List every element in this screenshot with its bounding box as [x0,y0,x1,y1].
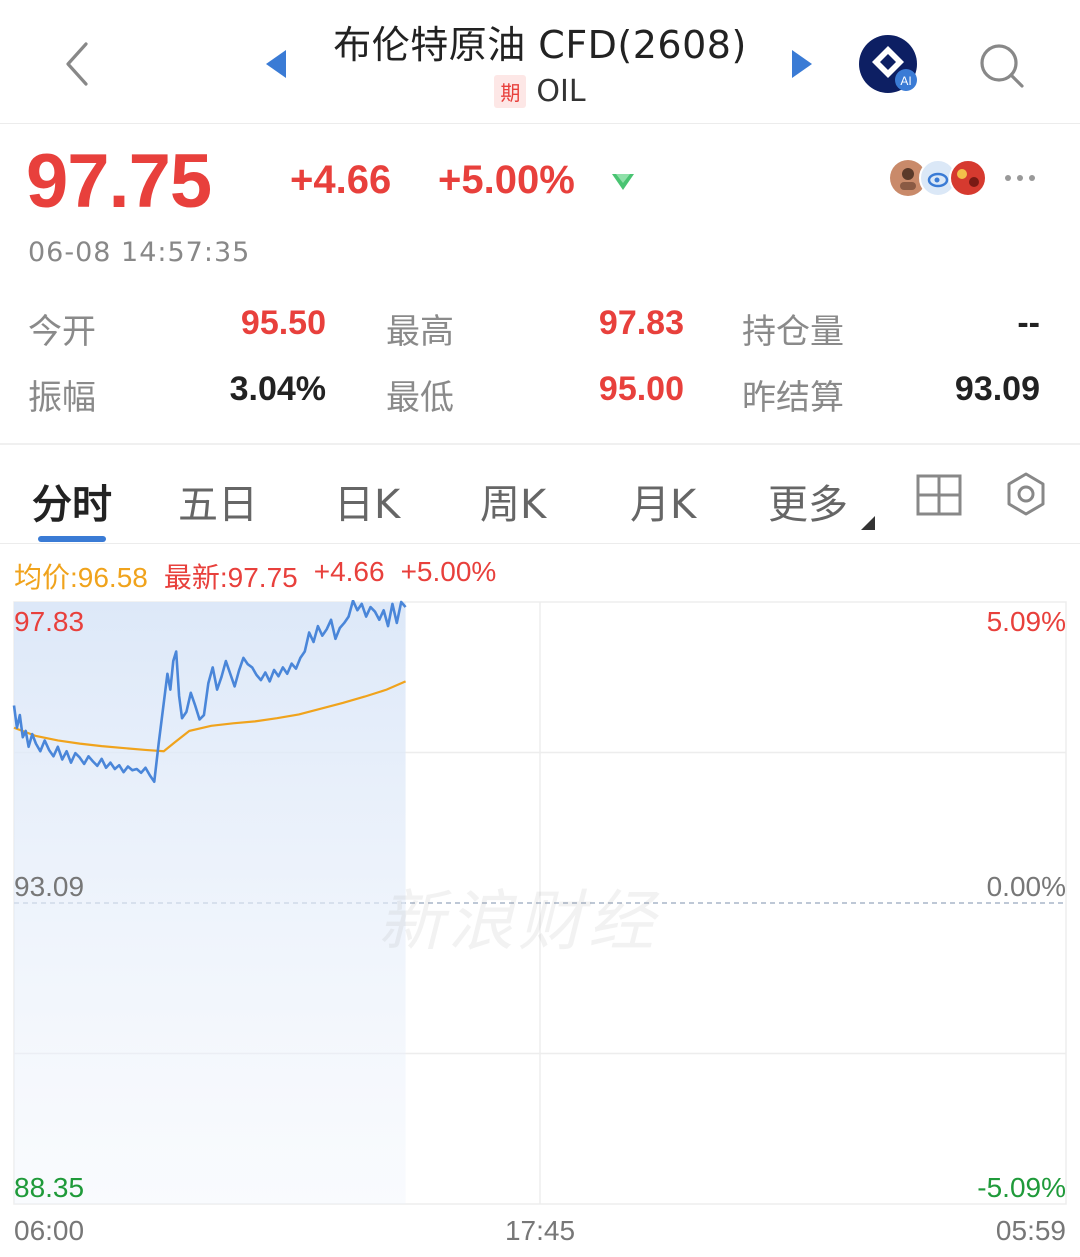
stat-value-amplitude: 3.04% [229,370,326,408]
dropdown-corner-icon [860,516,875,530]
stat-value-open: 95.50 [240,304,326,342]
y-tick-left-mid: 93.09 [14,871,84,902]
average-price-label: 均价:96.58 [14,562,148,593]
futures-badge: 期 [494,75,527,108]
triangle-left-icon [266,50,286,78]
y-tick-left-bottom: 88.35 [14,1172,84,1203]
instrument-subtitle: 期 OIL [300,74,780,109]
layout-grid-button[interactable] [914,472,964,518]
back-button[interactable] [58,38,98,90]
y-tick-right-top: 5.09% [987,606,1066,637]
stat-value-open-interest: -- [1017,304,1040,342]
ai-assistant-button[interactable]: AI [858,34,922,94]
search-button[interactable] [976,40,1028,92]
section-divider [0,443,1080,445]
stats-grid: 今开 95.50 最高 97.83 持仓量 -- 振幅 3.04% 最低 95.… [0,290,1080,430]
ai-badge-text: AI [900,74,911,88]
stat-label-high: 最高 [386,312,454,352]
instrument-title: 布伦特原油 CFD(2608) [333,23,747,67]
x-tick-end: 05:59 [996,1215,1066,1246]
y-tick-right-bottom: -5.09% [977,1172,1066,1203]
stat-label-low: 最低 [386,378,454,418]
tab-more-label: 更多 [768,482,848,528]
chevron-left-icon [66,42,88,86]
y-tick-left-top: 97.83 [14,606,84,637]
tab-more[interactable]: 更多 [768,472,875,530]
community-avatars[interactable] [888,158,992,198]
avatar [949,159,987,197]
latest-change-pct-label: +5.00% [400,556,497,587]
more-options-button[interactable] [1000,164,1040,192]
triangle-right-icon [792,50,812,78]
tab-daily-k[interactable]: 日K [334,472,400,530]
quote-timestamp: 06-08 14:57:35 [28,237,251,268]
chart-settings-button[interactable] [1002,470,1050,518]
search-icon [980,44,1024,88]
traded-period-area [14,602,406,1204]
stat-label-open-interest: 持仓量 [742,312,844,352]
next-instrument-button[interactable] [788,48,816,80]
tab-five-day[interactable]: 五日 [178,472,258,530]
stat-label-open: 今开 [28,312,96,352]
active-tab-indicator [38,536,106,542]
latest-price-label: 最新:97.75 [163,562,298,593]
grid-icon [916,474,962,516]
previous-instrument-button[interactable] [262,48,290,80]
watermark: 新浪财经 [378,883,658,960]
top-nav-bar: 布伦特原油 CFD(2608) 期 OIL AI [0,0,1080,124]
latest-change-label: +4.66 [313,556,385,587]
tab-intraday[interactable]: 分时 [32,472,112,530]
ai-assistant-icon: AI [859,35,917,93]
last-price: 97.75 [26,139,212,224]
more-dots-icon [1005,175,1035,181]
trend-arrow-icon [610,170,636,194]
instrument-symbol: OIL [536,74,586,109]
chart-period-tabs: 分时 五日 日K 周K 月K 更多 [0,446,1080,544]
stat-label-prev-settle: 昨结算 [742,378,844,418]
price-change: +4.66 [290,158,392,202]
x-tick-mid: 17:45 [505,1215,575,1246]
x-tick-start: 06:00 [14,1215,84,1246]
stat-label-amplitude: 振幅 [28,378,96,418]
tab-monthly-k[interactable]: 月K [630,472,696,530]
stat-value-low: 95.00 [598,370,684,408]
price-change-percent: +5.00% [438,158,575,202]
tab-weekly-k[interactable]: 周K [480,472,546,530]
stat-value-high: 97.83 [598,304,684,342]
chart-info-row: 均价:96.58 最新:97.75 +4.66 +5.00% [14,556,496,596]
stat-value-prev-settle: 93.09 [954,370,1040,408]
y-tick-right-mid: 0.00% [987,871,1066,902]
settings-icon [1007,472,1045,516]
